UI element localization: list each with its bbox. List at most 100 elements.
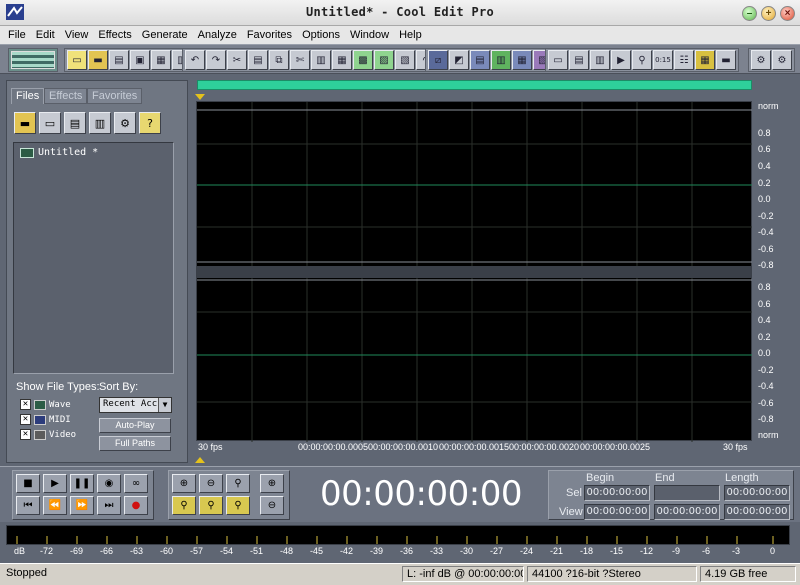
sel-length-field[interactable]: 00:00:00:00: [724, 485, 790, 501]
favorites-settings-icon[interactable]: ⚙: [751, 50, 771, 70]
checkbox[interactable]: ✕: [20, 399, 31, 410]
level-meter-icon[interactable]: ☷: [674, 50, 694, 70]
sort-by-select[interactable]: Recent Acc ▼: [99, 397, 172, 413]
menu-options[interactable]: Options: [302, 29, 340, 41]
pause-button[interactable]: ❚❚: [70, 474, 94, 493]
list-item[interactable]: Untitled *: [20, 147, 98, 158]
file-list[interactable]: Untitled *: [13, 142, 174, 374]
repeat-icon[interactable]: ✂: [227, 50, 247, 70]
file-type-midi[interactable]: ✕ MIDI: [20, 414, 71, 425]
cut-icon[interactable]: ✄: [290, 50, 310, 70]
ruler-label: 0.8: [758, 282, 771, 292]
save-icon[interactable]: ▣: [130, 50, 150, 70]
playhead-marker-top[interactable]: [195, 94, 205, 100]
sel-end-field[interactable]: [654, 485, 720, 501]
go-to-start-button[interactable]: ⏮: [16, 496, 40, 515]
tab-effects[interactable]: Effects: [44, 88, 88, 104]
paste-icon[interactable]: ▥: [311, 50, 331, 70]
zoom-window-icon[interactable]: ⚲: [632, 50, 652, 70]
play-button[interactable]: ▶: [43, 474, 67, 493]
sel-begin-field[interactable]: 00:00:00:00: [584, 485, 650, 501]
settings-gear-icon[interactable]: ⚙: [772, 50, 792, 70]
zoom-to-selection-icon[interactable]: ⚲: [199, 496, 223, 515]
close-file-icon[interactable]: ▭: [39, 112, 61, 134]
menu-favorites[interactable]: Favorites: [247, 29, 292, 41]
meter-label: -6: [702, 546, 711, 556]
zoom-to-left-icon[interactable]: ⚲: [172, 496, 196, 515]
settings-toolbar-group: ⚙ ⚙: [748, 48, 795, 72]
silence-icon[interactable]: ▧: [395, 50, 415, 70]
auto-play-button[interactable]: Auto-Play: [99, 418, 171, 433]
time-window-icon[interactable]: 0:15: [653, 50, 673, 70]
new-file-icon[interactable]: ▭: [67, 50, 87, 70]
zoom-full-icon[interactable]: ⚲: [226, 474, 250, 493]
record-button[interactable]: ●: [124, 496, 148, 515]
menu-edit[interactable]: Edit: [36, 29, 55, 41]
transport-icon[interactable]: ▶: [611, 50, 631, 70]
checkbox[interactable]: ✕: [20, 414, 31, 425]
close-button[interactable]: ×: [780, 6, 795, 21]
open-file-icon[interactable]: ▤: [109, 50, 129, 70]
undo-icon[interactable]: ↶: [185, 50, 205, 70]
cue-view-icon[interactable]: ▦: [512, 50, 532, 70]
playhead-marker-bottom[interactable]: [195, 457, 205, 463]
menu-generate[interactable]: Generate: [142, 29, 188, 41]
cue-list-icon[interactable]: ▤: [569, 50, 589, 70]
go-to-end-button[interactable]: ⏭: [97, 496, 121, 515]
minimize-button[interactable]: –: [742, 6, 757, 21]
view-begin-field[interactable]: 00:00:00:00: [584, 504, 650, 520]
play-to-end-button[interactable]: ◉: [97, 474, 121, 493]
zoom-out-vertical-icon[interactable]: ⊖: [260, 496, 284, 515]
menu-help[interactable]: Help: [399, 29, 422, 41]
file-tools: ▬ ▭ ▤ ▥ ⚙ ?: [14, 112, 161, 136]
zoom-in-icon[interactable]: ⊕: [172, 474, 196, 493]
file-type-video[interactable]: ✕ Video: [20, 429, 76, 440]
trim-icon[interactable]: ▩: [353, 50, 373, 70]
tab-favorites[interactable]: Favorites: [87, 88, 143, 104]
help-icon[interactable]: ?: [139, 112, 161, 134]
spectral-view-icon[interactable]: ⧄: [428, 50, 448, 70]
checkbox[interactable]: ✕: [20, 429, 31, 440]
tab-files[interactable]: Files: [11, 88, 45, 104]
status-bar-icon[interactable]: ▬: [716, 50, 736, 70]
loop-view-icon[interactable]: ▥: [491, 50, 511, 70]
chevron-down-icon[interactable]: ▼: [158, 398, 171, 412]
insert-file-icon[interactable]: ▤: [64, 112, 86, 134]
copy-icon[interactable]: ⧉: [269, 50, 289, 70]
view-length-field[interactable]: 00:00:00:00: [724, 504, 790, 520]
menu-window[interactable]: Window: [350, 29, 389, 41]
channel-view-icon[interactable]: ▤: [470, 50, 490, 70]
select-all-icon[interactable]: ▨: [374, 50, 394, 70]
menu-file[interactable]: File: [8, 29, 26, 41]
zoom-to-right-icon[interactable]: ⚲: [226, 496, 250, 515]
zoom-in-vertical-icon[interactable]: ⊕: [260, 474, 284, 493]
edit-file-icon[interactable]: ▥: [89, 112, 111, 134]
open-file-icon[interactable]: ▬: [14, 112, 36, 134]
full-paths-button[interactable]: Full Paths: [99, 436, 171, 451]
zoom-out-icon[interactable]: ⊖: [199, 474, 223, 493]
menu-view[interactable]: View: [65, 29, 89, 41]
file-settings-icon[interactable]: ⚙: [114, 112, 136, 134]
waveform-display[interactable]: [196, 101, 753, 442]
redo-icon[interactable]: ↷: [206, 50, 226, 70]
save-as-icon[interactable]: ▦: [151, 50, 171, 70]
open-folder-icon[interactable]: ▬: [88, 50, 108, 70]
file-type-wave[interactable]: ✕ Wave: [20, 399, 71, 410]
view-end-field[interactable]: 00:00:00:00: [654, 504, 720, 520]
rewind-button[interactable]: ⏪: [43, 496, 67, 515]
waveform-view-icon[interactable]: ◩: [449, 50, 469, 70]
multitrack-toggle-button[interactable]: [8, 48, 58, 72]
copy-new-icon[interactable]: ▤: [248, 50, 268, 70]
mix-paste-icon[interactable]: ▦: [332, 50, 352, 70]
overview-bar[interactable]: [197, 80, 752, 90]
maximize-button[interactable]: +: [761, 6, 776, 21]
level-meter[interactable]: [6, 525, 790, 545]
color-icon[interactable]: ▦: [695, 50, 715, 70]
menu-analyze[interactable]: Analyze: [198, 29, 237, 41]
loop-button[interactable]: ∞: [124, 474, 148, 493]
playlist-icon[interactable]: ▥: [590, 50, 610, 70]
fast-forward-button[interactable]: ⏩: [70, 496, 94, 515]
stop-button[interactable]: ■: [16, 474, 40, 493]
organizer-window-icon[interactable]: ▭: [548, 50, 568, 70]
menu-effects[interactable]: Effects: [98, 29, 131, 41]
